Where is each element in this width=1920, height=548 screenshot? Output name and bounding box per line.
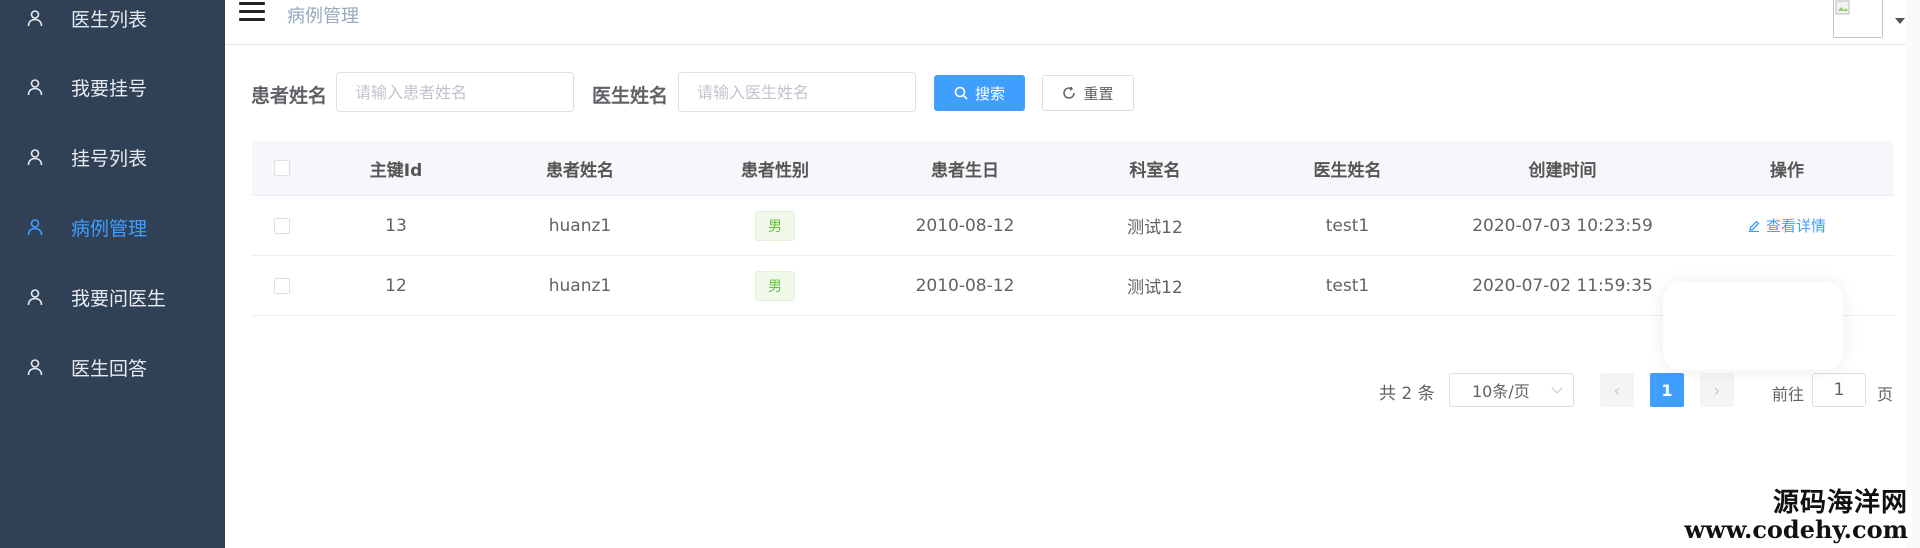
watermark-title: 源码海洋网 [1772,487,1908,518]
reset-button-label: 重置 [1083,84,1114,103]
user-icon [26,9,44,27]
user-icon [26,288,44,306]
cell-birthday: 2010-08-12 [915,215,1015,236]
cell-id: 13 [385,215,407,236]
chevron-right-icon: › [1713,380,1721,400]
watermark: 源码海洋网 www.codehy.com [1680,487,1912,544]
column-header: 患者性别 [741,160,809,181]
hamburger-icon[interactable] [239,2,265,22]
floating-popup [1663,282,1843,370]
table-row: 13 huanz1 男 2010-08-12 测试12 test1 2020-0… [252,196,1894,256]
sidebar-item-doctor-answers[interactable]: 医生回答 [0,347,225,387]
gender-tag: 男 [755,210,795,241]
sidebar: 医生列表 我要挂号 挂号列表 病例管理 我要问医生 医生回答 [0,0,225,548]
view-details-label: 查看详情 [1765,217,1826,235]
row-checkbox-cell [252,256,312,315]
next-page-button[interactable]: › [1700,373,1734,407]
page-suffix-label: 页 [1877,385,1894,404]
doctor-name-label: 医生姓名 [592,85,669,107]
cell-gender: 男 [680,196,870,255]
user-icon [26,218,44,236]
sidebar-item-label: 我要挂号 [71,77,148,100]
user-icon [26,358,44,376]
sidebar-item-register[interactable]: 我要挂号 [0,67,225,107]
page-number-current[interactable]: 1 [1650,373,1684,407]
refresh-icon [1063,86,1076,99]
patient-name-label: 患者姓名 [251,85,328,107]
cell-patient: huanz1 [548,215,612,236]
header-checkbox-cell [252,141,312,195]
patient-name-input[interactable] [336,72,574,112]
cell-created: 2020-07-03 10:23:59 [1472,215,1653,236]
cell-patient: huanz1 [548,275,612,296]
column-header: 医生姓名 [1313,160,1382,181]
avatar[interactable] [1833,0,1883,38]
goto-page-input[interactable] [1812,373,1866,407]
scrollbar[interactable] [1906,0,1920,548]
cell-doctor: test1 [1325,275,1370,296]
edit-icon [1748,220,1760,232]
sidebar-item-case-management[interactable]: 病例管理 [0,207,225,247]
search-button-label: 搜索 [974,84,1005,103]
cell-birthday: 2010-08-12 [915,275,1015,296]
chevron-left-icon: ‹ [1613,380,1621,400]
pagination-total: 共 2 条 [1379,384,1435,404]
sidebar-item-label: 我要问医生 [71,287,167,310]
top-navbar: 病例管理 [225,0,1920,45]
breadcrumb: 病例管理 [287,6,359,27]
reset-button[interactable]: 重置 [1042,75,1134,111]
watermark-url: www.codehy.com [1684,514,1908,544]
cell-dept: 测试12 [1127,218,1183,238]
column-header: 患者生日 [931,160,999,181]
user-icon [26,148,44,166]
gender-tag: 男 [755,270,795,301]
chevron-down-icon [1551,382,1563,394]
row-checkbox[interactable] [274,217,290,234]
row-checkbox[interactable] [274,277,290,294]
column-header: 创建时间 [1528,160,1597,181]
cell-created: 2020-07-02 11:59:35 [1472,275,1653,296]
sidebar-item-label: 医生列表 [71,8,148,31]
sidebar-item-label: 挂号列表 [71,147,148,170]
sidebar-item-label: 医生回答 [71,357,148,380]
user-icon [26,78,44,96]
page-size-value: 10条/页 [1472,382,1530,401]
search-button[interactable]: 搜索 [934,75,1025,111]
goto-label: 前往 [1772,385,1805,404]
cell-action: 查看详情 [1680,196,1894,255]
row-checkbox-cell [252,196,312,255]
sidebar-item-label: 病例管理 [71,217,148,240]
table-row: 12 huanz1 男 2010-08-12 测试12 test1 2020-0… [252,256,1894,316]
sidebar-item-doctor-list[interactable]: 医生列表 [0,0,225,38]
cell-gender: 男 [680,256,870,315]
page-size-select[interactable]: 10条/页 [1449,373,1574,407]
table-header: 主键Id 患者姓名 患者性别 患者生日 科室名 医生姓名 创建时间 操作 [252,141,1894,196]
prev-page-button[interactable]: ‹ [1600,373,1634,407]
column-header: 操作 [1770,160,1804,181]
chevron-down-icon[interactable] [1895,18,1905,24]
sidebar-item-register-list[interactable]: 挂号列表 [0,137,225,177]
select-all-checkbox[interactable] [274,160,290,176]
column-header: 患者姓名 [546,160,614,181]
cell-doctor: test1 [1325,215,1370,236]
broken-image-icon [1835,0,1850,15]
doctor-name-input[interactable] [678,72,916,112]
sidebar-item-ask-doctor[interactable]: 我要问医生 [0,277,225,317]
search-icon [954,86,968,100]
view-details-link[interactable]: 查看详情 [1748,215,1826,236]
column-header: 主键Id [369,160,423,181]
cell-id: 12 [385,275,407,296]
column-header: 科室名 [1129,160,1181,181]
cell-dept: 测试12 [1127,278,1183,298]
